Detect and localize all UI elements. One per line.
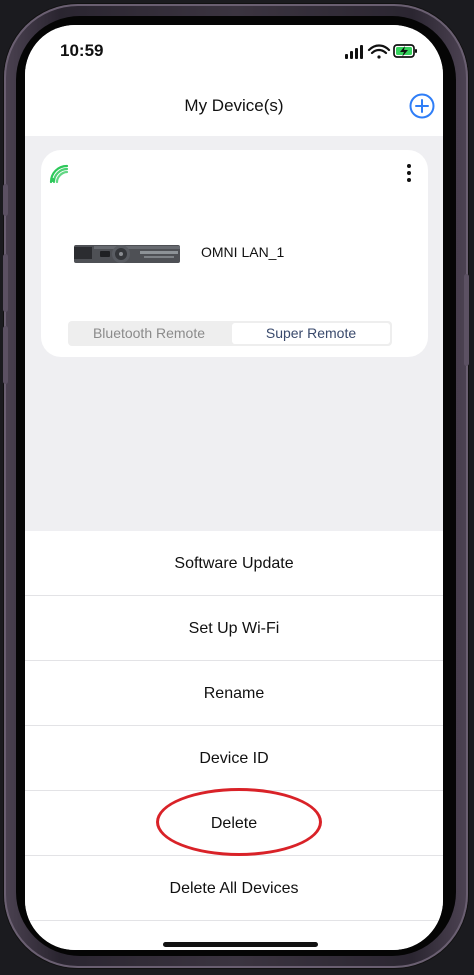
- segment-bluetooth-remote[interactable]: Bluetooth Remote: [70, 323, 228, 344]
- delete-all-devices-button[interactable]: Delete All Devices: [25, 856, 443, 921]
- status-icons: [345, 42, 419, 60]
- action-sheet: Software Update Set Up Wi-Fi Rename Devi…: [25, 531, 443, 950]
- software-update-button[interactable]: Software Update: [25, 531, 443, 596]
- wifi-signal-icon: [49, 164, 69, 184]
- device-image: [74, 243, 180, 265]
- power-button: [464, 274, 469, 366]
- add-device-button[interactable]: [408, 92, 436, 120]
- status-bar: 10:59: [25, 25, 443, 83]
- navigation-bar: My Device(s): [25, 83, 443, 137]
- plus-circle-icon: [409, 93, 435, 119]
- more-vertical-icon[interactable]: [400, 162, 418, 184]
- device-name: OMNI LAN_1: [201, 244, 285, 260]
- device-card[interactable]: OMNI LAN_1 Bluetooth Remote Super Remote: [41, 150, 428, 357]
- battery-charging-icon: [393, 44, 417, 58]
- page-title: My Device(s): [184, 96, 284, 115]
- signal-icon: [345, 45, 363, 59]
- wifi-icon: [367, 44, 391, 59]
- segment-super-remote[interactable]: Super Remote: [232, 323, 390, 344]
- volume-up-button: [3, 254, 8, 312]
- rename-button[interactable]: Rename: [25, 661, 443, 726]
- remote-mode-segmented-control: Bluetooth Remote Super Remote: [68, 321, 392, 346]
- home-indicator: [163, 942, 318, 947]
- delete-button[interactable]: Delete: [25, 791, 443, 856]
- device-id-button[interactable]: Device ID: [25, 726, 443, 791]
- volume-down-button: [3, 326, 8, 384]
- app-screen: 10:59 My Device(s) OMNI LAN_1 Bluetooth …: [25, 25, 443, 950]
- set-up-wifi-button[interactable]: Set Up Wi-Fi: [25, 596, 443, 661]
- silent-switch: [3, 184, 8, 216]
- status-time: 10:59: [60, 41, 104, 60]
